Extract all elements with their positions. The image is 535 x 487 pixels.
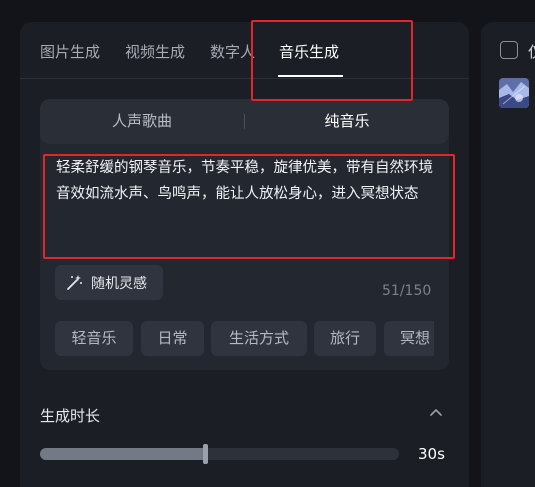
result-thumbnail[interactable] (499, 78, 529, 108)
slider-thumb[interactable] (203, 444, 208, 464)
tab-image-generation[interactable]: 图片生成 (40, 41, 100, 62)
prompt-card: 人声歌曲 纯音乐 轻柔舒缓的钢琴音乐，节奏平稳，旋律优美，带有自然环境音效如流水… (40, 99, 449, 370)
style-tag-list: 轻音乐 日常 生活方式 旅行 冥想 (55, 321, 434, 356)
duration-value: 30s (418, 445, 445, 463)
generation-tabs: 图片生成 视频生成 数字人 音乐生成 (20, 22, 469, 79)
active-tab-indicator (278, 75, 343, 77)
tab-video-generation[interactable]: 视频生成 (125, 41, 185, 62)
result-thumbnail-image (499, 78, 529, 108)
character-counter: 51/150 (382, 283, 432, 299)
random-inspiration-label: 随机灵感 (91, 276, 147, 292)
results-panel: 仅 (481, 22, 535, 487)
tag-chip[interactable]: 生活方式 (211, 321, 307, 356)
duration-title: 生成时长 (40, 407, 101, 425)
tag-chip[interactable]: 旅行 (314, 321, 376, 356)
mode-segmented-control: 人声歌曲 纯音乐 (40, 99, 449, 144)
mode-option-instrumental[interactable]: 纯音乐 (245, 99, 449, 144)
mode-option-vocal-song[interactable]: 人声歌曲 (40, 99, 244, 144)
tab-digital-human[interactable]: 数字人 (210, 41, 255, 62)
random-inspiration-button[interactable]: 随机灵感 (55, 265, 163, 300)
duration-slider[interactable] (40, 444, 399, 464)
slider-fill (40, 448, 205, 460)
music-prompt-input[interactable]: 轻柔舒缓的钢琴音乐，节奏平稳，旋律优美，带有自然环境音效如流水声、鸟鸣声，能让人… (45, 155, 445, 237)
filter-label: 仅 (528, 41, 535, 62)
chevron-up-icon[interactable] (428, 405, 444, 421)
select-checkbox[interactable] (500, 41, 518, 59)
tag-chip[interactable]: 轻音乐 (55, 321, 133, 356)
music-generation-panel: 图片生成 视频生成 数字人 音乐生成 人声歌曲 纯音乐 轻柔舒缓的钢琴音乐，节奏… (20, 22, 469, 487)
tag-chip[interactable]: 冥想 (384, 321, 434, 356)
tab-music-generation[interactable]: 音乐生成 (279, 41, 339, 62)
magic-wand-icon (67, 275, 82, 290)
tag-chip[interactable]: 日常 (141, 321, 204, 356)
